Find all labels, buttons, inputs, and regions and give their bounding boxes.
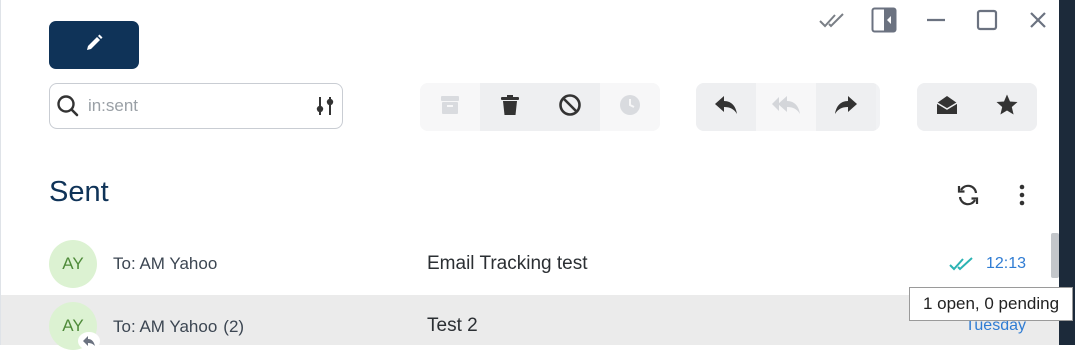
archive-button[interactable] bbox=[420, 83, 480, 131]
reply-all-button[interactable] bbox=[756, 83, 816, 131]
message-row[interactable]: AY To: AM Yahoo (2) Test 2 Tuesday bbox=[1, 295, 1060, 350]
double-check-icon[interactable] bbox=[817, 6, 847, 34]
tracking-tooltip: 1 open, 0 pending bbox=[909, 287, 1073, 321]
sidebar-collapse-icon[interactable] bbox=[869, 6, 899, 34]
thread-count: (2) bbox=[223, 317, 245, 336]
forward-icon bbox=[834, 95, 858, 120]
reply-icon bbox=[714, 95, 738, 120]
more-vertical-icon[interactable] bbox=[1007, 180, 1037, 210]
delete-button[interactable] bbox=[480, 83, 540, 131]
snooze-button[interactable] bbox=[600, 83, 660, 131]
message-time: 12:13 bbox=[985, 255, 1026, 272]
block-sender-button[interactable] bbox=[540, 83, 600, 131]
message-row[interactable]: AY To: AM Yahoo Email Tracking test 12:1… bbox=[1, 234, 1060, 294]
message-subject: Email Tracking test bbox=[427, 253, 588, 274]
reply-toolbar bbox=[696, 83, 880, 131]
message-actions-toolbar bbox=[420, 83, 660, 131]
scrollbar-thumb[interactable] bbox=[1051, 233, 1059, 278]
message-recipient: To: AM Yahoo bbox=[113, 254, 218, 273]
avatar: AY bbox=[49, 240, 97, 288]
reply-all-icon bbox=[771, 95, 801, 120]
mark-read-button[interactable] bbox=[917, 83, 977, 131]
block-icon bbox=[558, 93, 582, 122]
star-button[interactable] bbox=[977, 83, 1037, 131]
search-input[interactable] bbox=[87, 96, 309, 116]
message-subject: Test 2 bbox=[427, 315, 478, 336]
minimize-icon[interactable] bbox=[922, 6, 950, 34]
folder-title: Sent bbox=[49, 176, 109, 208]
search-icon[interactable] bbox=[50, 94, 86, 118]
snooze-clock-icon bbox=[619, 94, 641, 121]
mail-app-window: Sent AY To: AM Yahoo Email Tracking test… bbox=[0, 0, 1060, 350]
compose-button[interactable] bbox=[49, 21, 139, 69]
message-recipient: To: AM Yahoo (2) bbox=[113, 317, 244, 337]
star-icon bbox=[995, 93, 1019, 122]
close-icon[interactable] bbox=[1024, 6, 1052, 34]
trash-icon bbox=[500, 94, 520, 121]
reply-button[interactable] bbox=[696, 83, 756, 131]
replied-indicator-icon bbox=[78, 332, 100, 350]
refresh-icon[interactable] bbox=[953, 180, 983, 210]
sliders-icon[interactable] bbox=[309, 95, 342, 117]
archive-icon bbox=[439, 94, 461, 121]
flag-toolbar bbox=[917, 83, 1037, 131]
read-receipt-double-check-icon[interactable] bbox=[949, 256, 975, 272]
maximize-icon[interactable] bbox=[973, 6, 1001, 34]
pencil-icon bbox=[84, 33, 104, 58]
search-box bbox=[49, 83, 343, 129]
mark-read-envelope-icon bbox=[935, 94, 959, 121]
forward-button[interactable] bbox=[816, 83, 876, 131]
recipient-name: To: AM Yahoo bbox=[113, 317, 218, 336]
